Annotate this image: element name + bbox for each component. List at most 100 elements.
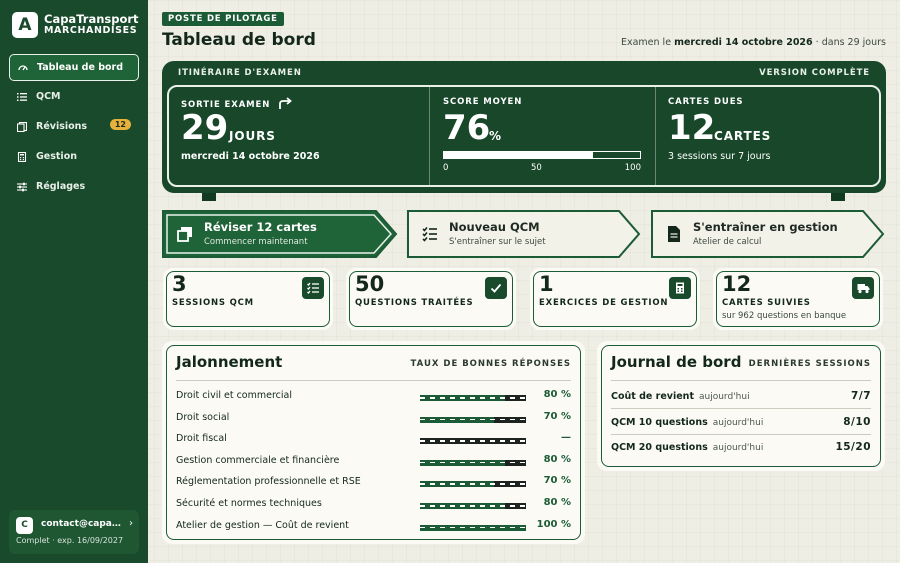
session-row[interactable]: Coût de revient aujourd'hui 7/7: [611, 384, 871, 409]
sliders-icon: [17, 182, 27, 192]
jalonnement-panel: Jalonnement TAUX DE BONNES RÉPONSES Droi…: [162, 341, 585, 544]
sidebar-item-gestion[interactable]: Gestion: [9, 143, 139, 170]
sidebar-item-label: Gestion: [36, 151, 77, 162]
subject-progress-bar: [420, 395, 526, 401]
account-email: contact@capatransport.fr: [41, 519, 125, 529]
sidebar-item-revisions[interactable]: Révisions 12: [9, 113, 139, 140]
stat-label: SCORE MOYEN: [443, 97, 523, 107]
session-row[interactable]: QCM 20 questions aujourd'hui 15/20: [611, 435, 871, 460]
tile-questions: 50 QUESTIONS TRAITÉES: [346, 268, 516, 330]
sidebar: A CapaTransport MARCHANDISES Tableau de …: [0, 0, 148, 563]
tile-sub: sur 962 questions en banque: [722, 311, 847, 321]
progress-row: Atelier de gestion — Coût de revient 100 …: [176, 516, 571, 536]
subject-progress-bar: [420, 503, 526, 509]
journal-panel: Journal de bord DERNIÈRES SESSIONS Coût …: [597, 341, 885, 471]
tile-label: EXERCICES DE GESTION: [539, 298, 669, 308]
subject-rate: 70 %: [543, 410, 571, 422]
action-subtitle: Commencer maintenant: [204, 237, 308, 247]
tick-max: 100: [624, 163, 641, 173]
subject-rate: 80 %: [543, 453, 571, 465]
subject-progress-bar: [420, 459, 526, 466]
brand[interactable]: A CapaTransport MARCHANDISES: [12, 12, 139, 38]
session-score: 8/10: [843, 415, 871, 428]
progress-row: Sécurité et normes techniques 80 %: [176, 494, 571, 514]
stat-value: 76: [443, 108, 491, 148]
stat-label: CARTES DUES: [668, 97, 744, 107]
tick-min: 0: [443, 163, 449, 173]
subject-progress-bar: [420, 481, 526, 488]
cards-icon: [176, 225, 194, 243]
stat-sub: 3 sessions sur 7 jours: [668, 151, 771, 162]
sidebar-item-label: QCM: [36, 91, 61, 102]
sidebar-item-label: Tableau de bord: [37, 62, 124, 73]
session-when: aujourd'hui: [712, 417, 764, 428]
exam-suffix: · dans 29 jours: [812, 37, 886, 48]
board-leg-right: [831, 193, 845, 201]
tile-sessions-qcm: 3 SESSIONS QCM: [163, 268, 333, 330]
new-qcm-button[interactable]: Nouveau QCM S'entraîner sur le sujet: [407, 210, 643, 258]
subject-name: Droit social: [176, 411, 230, 423]
sidebar-item-qcm[interactable]: QCM: [9, 83, 139, 110]
subject-name: Gestion commerciale et financière: [176, 454, 340, 466]
subject-progress-bar: [420, 416, 526, 423]
chevron-right-icon[interactable]: ›: [129, 518, 133, 529]
subject-progress-bar: [420, 524, 526, 531]
progress-row: Droit civil et commercial 80 %: [176, 386, 571, 406]
tile-label: QUESTIONS TRAITÉES: [355, 298, 474, 308]
session-row[interactable]: QCM 10 questions aujourd'hui 8/10: [611, 410, 871, 435]
subject-rate: 80 %: [543, 497, 571, 508]
board-leg-left: [202, 193, 216, 201]
subject-rate: —: [561, 432, 571, 444]
subject-name: Droit civil et commercial: [176, 390, 292, 401]
tile-cards-tracked: 12 CARTES SUIVIES sur 962 questions en b…: [713, 268, 883, 330]
tile-value: 12: [722, 272, 752, 296]
cards-icon: [17, 121, 27, 132]
subject-rate: 80 %: [543, 389, 571, 400]
calculator-icon: [669, 277, 691, 299]
stat-sub: mercredi 14 octobre 2026: [181, 151, 320, 162]
action-title: S'entraîner en gestion: [693, 220, 838, 234]
sidebar-item-reglages[interactable]: Réglages: [9, 173, 139, 200]
session-when: aujourd'hui: [712, 443, 764, 453]
stat-unit: CARTES: [714, 129, 772, 143]
exam-date: mercredi 14 octobre 2026: [674, 37, 813, 48]
itinerary-board: ITINÉRAIRE D'EXAMEN VERSION COMPLÈTE SOR…: [162, 61, 886, 193]
brand-name: CapaTransport: [44, 12, 139, 26]
account-card[interactable]: C contact@capatransport.fr › Complet · e…: [9, 510, 139, 554]
panel-title: Jalonnement: [176, 353, 283, 371]
session-score: 15/20: [835, 441, 871, 453]
session-score: 7/7: [851, 390, 871, 402]
panel-meta: DERNIÈRES SESSIONS: [748, 359, 871, 369]
page-title: Tableau de bord: [162, 30, 316, 50]
avatar: C: [16, 517, 33, 534]
revisions-count-badge: 12: [109, 119, 131, 130]
exam-countdown: Examen le mercredi 14 octobre 2026 · dan…: [621, 37, 886, 48]
score-progress-ticks: 0 50 100: [443, 163, 641, 175]
check-icon: [485, 277, 507, 299]
action-title: Nouveau QCM: [449, 220, 540, 234]
brand-subtitle: MARCHANDISES: [44, 25, 138, 36]
calculator-icon: [17, 151, 27, 162]
progress-row: Réglementation professionnelle et RSE 70 …: [176, 472, 571, 492]
action-subtitle: Atelier de calcul: [693, 237, 762, 247]
progress-row: Gestion commerciale et financière 80 %: [176, 451, 571, 471]
dashboard-icon: [18, 63, 28, 73]
stat-value: 29: [181, 108, 229, 148]
tile-exercises: 1 EXERCICES DE GESTION: [530, 268, 700, 330]
session-name: QCM 20 questions aujourd'hui: [611, 442, 764, 453]
tile-label: SESSIONS QCM: [172, 298, 254, 308]
page-eyebrow: POSTE DE PILOTAGE: [162, 12, 284, 26]
practice-gestion-button[interactable]: S'entraîner en gestion Atelier de calcul: [651, 210, 887, 258]
board-title: ITINÉRAIRE D'EXAMEN: [178, 68, 302, 78]
tick-mid: 50: [531, 163, 542, 173]
panel-title: Journal de bord: [611, 353, 742, 371]
checklist-icon: [421, 225, 439, 243]
score-progress-bar: [443, 151, 641, 159]
document-icon: [665, 225, 683, 243]
sidebar-item-dashboard[interactable]: Tableau de bord: [9, 54, 139, 81]
review-cards-button[interactable]: Réviser 12 cartes Commencer maintenant: [162, 210, 398, 258]
subject-progress-bar: [420, 438, 526, 445]
sidebar-item-label: Réglages: [36, 181, 86, 192]
stat-unit: JOURS: [229, 129, 276, 143]
turn-right-icon: [279, 97, 293, 109]
